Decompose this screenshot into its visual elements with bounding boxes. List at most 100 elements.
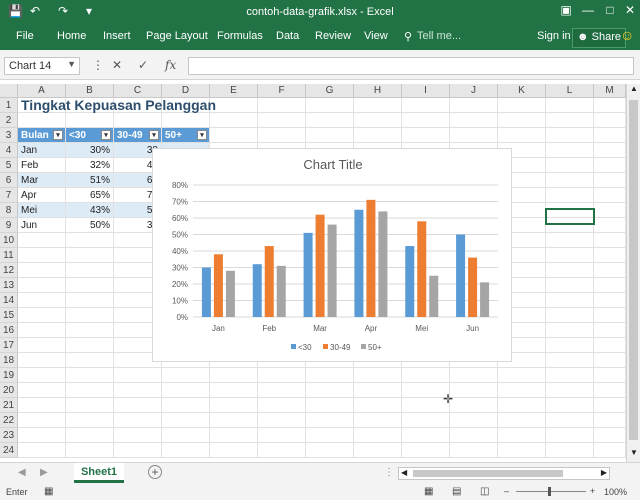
tab-home[interactable]: Home <box>57 30 86 42</box>
select-all-corner[interactable] <box>0 84 18 98</box>
row-header[interactable]: 8 <box>0 203 18 218</box>
table-cell[interactable]: Mar <box>18 173 66 188</box>
column-header[interactable]: I <box>402 84 450 98</box>
filter-dropdown-icon[interactable]: ▾ <box>53 130 63 140</box>
scroll-left-icon[interactable]: ◀ <box>401 468 407 477</box>
column-header[interactable]: F <box>258 84 306 98</box>
column-header[interactable]: L <box>546 84 594 98</box>
table-cell[interactable]: Jan <box>18 143 66 158</box>
row-header[interactable]: 24 <box>0 443 18 458</box>
zoom-level[interactable]: 100% <box>604 487 627 497</box>
vertical-scrollbar[interactable]: ▲ ▼ <box>626 84 640 462</box>
filter-dropdown-icon[interactable]: ▾ <box>149 130 159 140</box>
column-header[interactable]: C <box>114 84 162 98</box>
table-header-cell[interactable]: 30-49 ▾ <box>114 128 162 143</box>
zoom-out-icon[interactable]: – <box>504 486 509 496</box>
row-header[interactable]: 10 <box>0 233 18 248</box>
table-header-cell[interactable]: Bulan ▾ <box>18 128 66 143</box>
row-header[interactable]: 6 <box>0 173 18 188</box>
row-header[interactable]: 2 <box>0 113 18 128</box>
close-icon[interactable]: ✕ <box>620 3 640 17</box>
table-cell[interactable]: 51% <box>66 173 114 188</box>
add-sheet-icon[interactable]: + <box>148 465 162 479</box>
table-cell[interactable]: Jun <box>18 218 66 233</box>
zoom-slider-handle[interactable] <box>548 487 551 496</box>
minimize-icon[interactable]: — <box>578 3 598 17</box>
page-layout-view-icon[interactable]: ▤ <box>452 486 461 497</box>
name-box[interactable]: Chart 14 ▼ <box>4 57 80 75</box>
next-sheet-icon[interactable]: ▶ <box>40 467 48 478</box>
scroll-down-icon[interactable]: ▼ <box>628 448 640 460</box>
table-cell[interactable]: Apr <box>18 188 66 203</box>
table-cell[interactable]: 32% <box>66 158 114 173</box>
ribbon-display-icon[interactable]: ▣ <box>556 3 576 17</box>
row-header[interactable]: 4 <box>0 143 18 158</box>
row-header[interactable]: 12 <box>0 263 18 278</box>
normal-view-icon[interactable]: ▦ <box>424 486 433 497</box>
sign-in-link[interactable]: Sign in <box>537 30 571 42</box>
column-header[interactable]: D <box>162 84 210 98</box>
row-header[interactable]: 15 <box>0 308 18 323</box>
column-header[interactable]: H <box>354 84 402 98</box>
sheet-title-cell[interactable]: Tingkat Kepuasan Pelanggan <box>18 98 218 113</box>
column-header[interactable]: M <box>594 84 626 98</box>
table-cell[interactable]: 30% <box>66 143 114 158</box>
row-header[interactable]: 18 <box>0 353 18 368</box>
chart[interactable]: Chart Title 0% 10% 20% 30% 40% 50% 60% 70% 80% Jan… <box>152 148 512 362</box>
feedback-smiley-icon[interactable]: ☺ <box>620 27 634 43</box>
row-header[interactable]: 11 <box>0 248 18 263</box>
selected-cell[interactable] <box>545 208 595 225</box>
share-button[interactable]: ☻ Share <box>572 28 626 48</box>
table-cell[interactable]: Mei <box>18 203 66 218</box>
page-break-view-icon[interactable]: ◫ <box>480 486 489 497</box>
zoom-slider[interactable] <box>516 491 586 492</box>
table-header-cell[interactable]: 50+ ▾ <box>162 128 210 143</box>
table-cell[interactable]: 50% <box>66 218 114 233</box>
column-header[interactable]: A <box>18 84 66 98</box>
tab-file[interactable]: File <box>16 30 34 42</box>
scrollbar-thumb[interactable] <box>629 100 638 440</box>
tell-me-icon[interactable]: ⚲ <box>404 30 412 43</box>
horizontal-scrollbar[interactable]: ◀ ▶ <box>398 467 610 480</box>
filter-dropdown-icon[interactable]: ▾ <box>101 130 111 140</box>
row-header[interactable]: 14 <box>0 293 18 308</box>
table-cell[interactable]: 43% <box>66 203 114 218</box>
sheet-tab-sheet1[interactable]: Sheet1 <box>74 463 124 483</box>
chevron-down-icon[interactable]: ▼ <box>67 59 76 69</box>
column-header[interactable]: K <box>498 84 546 98</box>
tab-review[interactable]: Review <box>315 30 351 42</box>
macro-record-icon[interactable]: ▦ <box>44 486 53 497</box>
tab-insert[interactable]: Insert <box>103 30 131 42</box>
row-header[interactable]: 3 <box>0 128 18 143</box>
row-header[interactable]: 13 <box>0 278 18 293</box>
tab-view[interactable]: View <box>364 30 388 42</box>
column-header[interactable]: G <box>306 84 354 98</box>
zoom-in-icon[interactable]: + <box>590 486 595 496</box>
row-header[interactable]: 23 <box>0 428 18 443</box>
row-header[interactable]: 5 <box>0 158 18 173</box>
row-header[interactable]: 7 <box>0 188 18 203</box>
filter-dropdown-icon[interactable]: ▾ <box>197 130 207 140</box>
column-header[interactable]: E <box>210 84 258 98</box>
maximize-icon[interactable]: □ <box>600 3 620 17</box>
row-header[interactable]: 9 <box>0 218 18 233</box>
row-header[interactable]: 1 <box>0 98 18 113</box>
cancel-icon[interactable]: ✕ <box>112 58 122 72</box>
tab-data[interactable]: Data <box>276 30 299 42</box>
row-header[interactable]: 22 <box>0 413 18 428</box>
table-cell[interactable]: Feb <box>18 158 66 173</box>
prev-sheet-icon[interactable]: ◀ <box>18 467 26 478</box>
row-header[interactable]: 16 <box>0 323 18 338</box>
insert-function-icon[interactable]: fx <box>165 58 176 72</box>
row-header[interactable]: 17 <box>0 338 18 353</box>
tab-page-layout[interactable]: Page Layout <box>146 30 208 42</box>
column-header[interactable]: B <box>66 84 114 98</box>
hscroll-thumb[interactable] <box>413 470 563 477</box>
scroll-up-icon[interactable]: ▲ <box>628 84 640 96</box>
row-header[interactable]: 20 <box>0 383 18 398</box>
table-header-cell[interactable]: <30 ▾ <box>66 128 114 143</box>
enter-icon[interactable]: ✓ <box>138 58 148 72</box>
tab-formulas[interactable]: Formulas <box>217 30 263 42</box>
tell-me-box[interactable]: Tell me... <box>417 30 461 42</box>
formula-input[interactable] <box>188 57 634 75</box>
